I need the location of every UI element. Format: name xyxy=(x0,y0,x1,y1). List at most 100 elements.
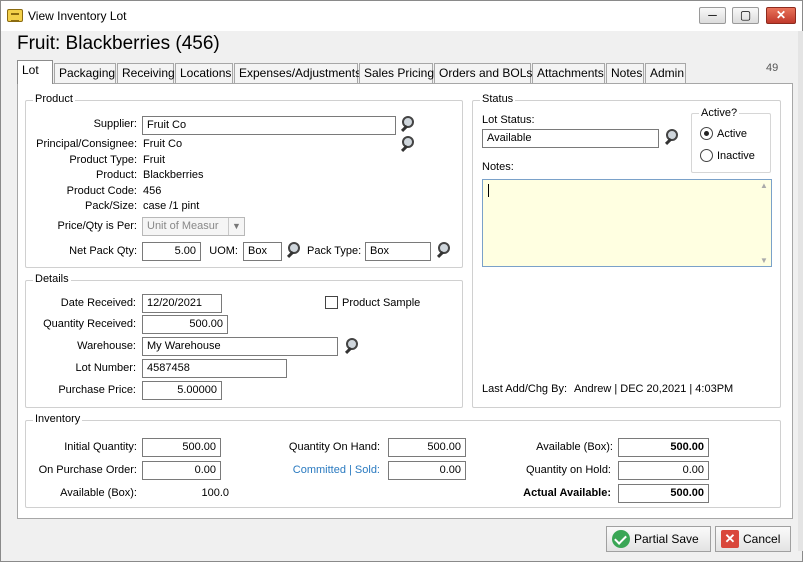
qty-on-hold-field[interactable]: 0.00 xyxy=(618,461,709,480)
maximize-icon: ▢ xyxy=(739,8,752,22)
tab-orders-bols[interactable]: Orders and BOLs xyxy=(434,63,532,83)
initial-qty-field[interactable]: 500.00 xyxy=(142,438,221,457)
purchase-price-field[interactable]: 5.00000 xyxy=(142,381,222,400)
minimize-button[interactable]: ─ xyxy=(699,7,726,24)
warehouse-search-icon[interactable] xyxy=(344,337,362,355)
principal-search-icon[interactable] xyxy=(400,135,418,153)
notes-scrollbar[interactable]: ▲ ▼ xyxy=(758,181,770,265)
cancel-icon: ✕ xyxy=(721,530,739,548)
date-received-label: Date Received: xyxy=(60,297,136,309)
warehouse-label: Warehouse: xyxy=(77,340,136,352)
pack-size-label: Pack/Size: xyxy=(85,200,137,212)
principal-value: Fruit Co xyxy=(143,138,183,150)
available-box2-label: Available (Box): xyxy=(536,441,613,453)
chevron-down-icon: ▼ xyxy=(228,218,244,235)
maximize-button[interactable]: ▢ xyxy=(732,7,759,24)
active-radio[interactable] xyxy=(700,127,713,140)
product-code-value: 456 xyxy=(143,185,162,197)
notes-label: Notes: xyxy=(482,161,514,173)
pack-type-field[interactable]: Box xyxy=(365,242,431,261)
close-button[interactable]: ✕ xyxy=(766,7,796,24)
tab-receiving[interactable]: Receiving xyxy=(117,63,175,83)
supplier-search-icon[interactable] xyxy=(400,115,418,133)
lot-status-search-icon[interactable] xyxy=(664,128,682,146)
on-po-label: On Purchase Order: xyxy=(38,464,137,476)
uom-field[interactable]: Box xyxy=(243,242,282,261)
available-box2-field[interactable]: 500.00 xyxy=(618,438,709,457)
committed-sold-field[interactable]: 0.00 xyxy=(388,461,466,480)
actual-available-label: Actual Available: xyxy=(523,487,611,499)
inactive-radio-label: Inactive xyxy=(717,150,755,162)
warehouse-field[interactable]: My Warehouse xyxy=(142,337,338,356)
available-box-value: 100.0 xyxy=(201,487,229,499)
cancel-label: Cancel xyxy=(743,532,781,546)
committed-sold-link[interactable]: Committed | Sold: xyxy=(271,464,380,476)
scroll-down-icon: ▼ xyxy=(760,256,768,265)
principal-label: Principal/Consignee: xyxy=(36,138,137,150)
qty-on-hand-field[interactable]: 500.00 xyxy=(388,438,466,457)
page-title: Fruit: Blackberries (456) xyxy=(17,33,220,54)
product-label: Product: xyxy=(96,169,137,181)
partial-save-button[interactable]: Partial Save xyxy=(606,526,711,552)
notes-textarea[interactable]: ▲ ▼ xyxy=(482,179,772,267)
uom-search-icon[interactable] xyxy=(286,241,304,259)
pack-type-search-icon[interactable] xyxy=(436,241,454,259)
product-sample-checkbox[interactable] xyxy=(325,296,338,309)
product-sample-label: Product Sample xyxy=(342,297,421,309)
price-qty-label: Price/Qty is Per: xyxy=(57,220,137,232)
active-radio-label: Active xyxy=(717,128,747,140)
text-cursor xyxy=(488,184,489,197)
lot-number-label: Lot Number: xyxy=(75,362,136,374)
lot-status-label: Lot Status: xyxy=(482,114,535,126)
qty-on-hand-label: Quantity On Hand: xyxy=(288,441,380,453)
side-scrollbar[interactable] xyxy=(798,31,803,551)
title-bar: View Inventory Lot ─ ▢ ✕ xyxy=(1,1,802,31)
tab-notes[interactable]: Notes xyxy=(606,63,644,83)
price-qty-select[interactable]: Unit of Measur ▼ xyxy=(142,217,245,236)
scroll-up-icon: ▲ xyxy=(760,181,768,190)
on-po-field[interactable]: 0.00 xyxy=(142,461,221,480)
inventory-lot-window: View Inventory Lot ─ ▢ ✕ Fruit: Blackber… xyxy=(0,0,803,562)
tab-admin[interactable]: Admin xyxy=(645,63,686,83)
checkmark-icon xyxy=(612,530,630,548)
product-group-label: Product xyxy=(33,93,75,105)
tab-lot[interactable]: Lot xyxy=(17,60,53,84)
active-group-label: Active? xyxy=(699,107,740,119)
lot-number-field[interactable]: 4587458 xyxy=(142,359,287,378)
purchase-price-label: Purchase Price: xyxy=(58,384,136,396)
tab-expenses-adjustments[interactable]: Expenses/Adjustments xyxy=(234,63,361,83)
last-add-value: Andrew | DEC 20,2021 | 4:03PM xyxy=(574,383,734,395)
qty-received-label: Quantity Received: xyxy=(43,318,136,330)
window-title: View Inventory Lot xyxy=(28,9,127,23)
qty-received-field[interactable]: 500.00 xyxy=(142,315,228,334)
details-group-label: Details xyxy=(33,273,71,285)
app-icon xyxy=(7,9,23,22)
record-count: 49 xyxy=(766,62,779,74)
tab-attachments[interactable]: Attachments xyxy=(532,63,605,83)
supplier-field[interactable]: Fruit Co xyxy=(142,116,396,135)
lot-status-field[interactable]: Available xyxy=(482,129,659,148)
pack-size-value: case /1 pint xyxy=(143,200,200,212)
date-received-field[interactable]: 12/20/2021 xyxy=(142,294,222,313)
net-pack-qty-label: Net Pack Qty: xyxy=(69,245,137,257)
product-type-label: Product Type: xyxy=(69,154,137,166)
tab-sales-pricing[interactable]: Sales Pricing xyxy=(359,63,434,83)
pack-type-label: Pack Type: xyxy=(307,245,362,257)
product-value: Blackberries xyxy=(143,169,204,181)
partial-save-label: Partial Save xyxy=(634,532,699,546)
supplier-label: Supplier: xyxy=(93,118,137,130)
price-qty-value: Unit of Measur xyxy=(147,220,219,232)
uom-label: UOM: xyxy=(209,245,238,257)
product-code-label: Product Code: xyxy=(66,185,137,197)
status-group-label: Status xyxy=(480,93,516,105)
net-pack-qty-field[interactable]: 5.00 xyxy=(142,242,201,261)
tab-locations[interactable]: Locations xyxy=(175,63,233,83)
initial-qty-label: Initial Quantity: xyxy=(64,441,137,453)
last-add-label: Last Add/Chg By: xyxy=(482,383,567,395)
cancel-button[interactable]: ✕ Cancel xyxy=(715,526,791,552)
inactive-radio[interactable] xyxy=(700,149,713,162)
actual-available-field[interactable]: 500.00 xyxy=(618,484,709,503)
close-icon: ✕ xyxy=(775,8,787,22)
minimize-icon: ─ xyxy=(708,8,717,22)
tab-packaging[interactable]: Packaging xyxy=(54,63,116,83)
